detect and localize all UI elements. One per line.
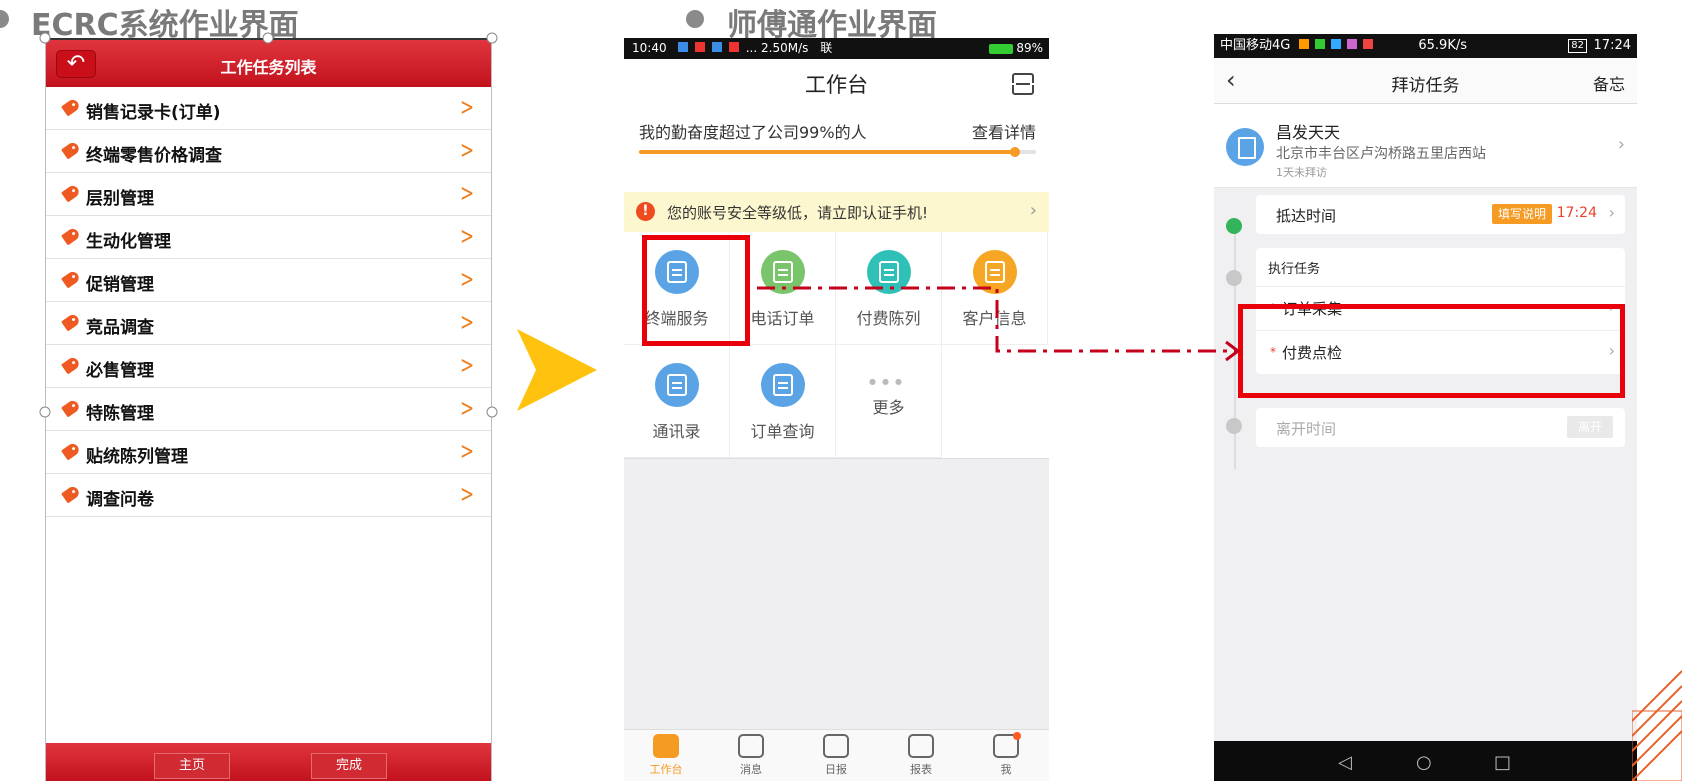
grid-item-label: 通讯录 <box>652 422 701 441</box>
app-notif-icon <box>695 42 706 52</box>
app-notif-icon <box>678 42 689 52</box>
fill-note-button[interactable]: 填写说明 <box>1492 204 1552 224</box>
check-circle-icon <box>1226 218 1242 234</box>
scan-icon[interactable] <box>1010 73 1036 95</box>
tab-label: 我 <box>1000 763 1012 776</box>
grid-item[interactable]: ●●● 更多 <box>836 345 942 458</box>
tab-label: 日报 <box>825 763 847 776</box>
store-name: 昌发天天 <box>1276 123 1341 142</box>
battery-icon <box>989 44 1013 54</box>
battery-level: 89% <box>1016 41 1043 55</box>
view-details-link[interactable]: 查看详情 <box>972 119 1036 143</box>
report-doc-icon <box>823 734 849 758</box>
arrive-time-card[interactable]: 抵达时间 填写说明 17:24 › <box>1256 195 1625 234</box>
sft-screen: 10:40 ... 2.50M/s 联 89% 工作台 我的勤奋度超过了公司99… <box>624 38 1049 781</box>
arrive-time-value: 17:24 <box>1556 205 1597 221</box>
status-time: 10:40 <box>632 41 667 55</box>
grid-item-label: 订单查询 <box>750 422 815 441</box>
warning-icon: ! <box>636 202 655 221</box>
app-notif-icon <box>712 42 723 52</box>
highlight-box-tasks <box>1238 304 1625 398</box>
security-alert-banner[interactable]: ! 您的账号安全等级低，请立即认证手机! › <box>624 192 1049 232</box>
tab-item[interactable]: 报表 <box>891 734 951 777</box>
document-icon <box>760 363 805 407</box>
nav-recent-icon[interactable]: □ <box>1494 752 1511 773</box>
grid-item-label: 客户信息 <box>962 309 1027 328</box>
diligence-row: 我的勤奋度超过了公司99%的人 查看详情 <box>624 123 1049 193</box>
app-notif-icon <box>1330 39 1341 49</box>
tab-item[interactable]: 我 <box>976 732 1036 777</box>
memo-button[interactable]: 备忘 <box>1593 71 1625 95</box>
clipboard-icon <box>760 250 805 294</box>
grid-item[interactable]: 订单查询 <box>730 345 836 458</box>
chat-icon <box>738 734 764 758</box>
tab-label: 工作台 <box>649 763 683 776</box>
status-carrier: 中国移动4G <box>1220 38 1291 53</box>
tab-item[interactable]: 消息 <box>721 734 781 777</box>
grid-item[interactable]: 客户信息 <box>942 232 1048 345</box>
bullet-dot <box>686 10 704 28</box>
status-bar: 10:40 ... 2.50M/s 联 89% <box>624 38 1049 59</box>
store-address: 北京市丰台区卢沟桥路五里店西站 <box>1276 146 1486 162</box>
workbench-icon <box>653 734 679 758</box>
tab-label: 报表 <box>910 763 932 776</box>
more-dots-icon: ●●● <box>869 377 908 386</box>
tab-label: 消息 <box>740 763 762 776</box>
grid-item-label: 付费陈列 <box>856 309 921 328</box>
grid-item[interactable]: 通讯录 <box>624 345 730 458</box>
pending-dot-icon <box>1226 270 1242 286</box>
highlight-box-terminal-service <box>642 235 750 346</box>
tab-item[interactable]: 日报 <box>806 734 866 777</box>
android-nav-bar: ◁ ○ □ <box>1214 741 1637 781</box>
user-icon <box>993 732 1021 758</box>
visit-navbar: ‹ 拜访任务 备忘 <box>1214 58 1637 104</box>
arrow-right-icon <box>517 329 597 411</box>
page-title: 工作台 <box>805 73 868 97</box>
app-notif-icon <box>1298 39 1309 49</box>
nav-home-icon[interactable]: ○ <box>1416 752 1432 773</box>
grid-item-label: 更多 <box>872 398 905 417</box>
bottom-tab-bar: 工作台 消息 日报 报表 我 <box>624 729 1049 781</box>
decorative-corner-lines <box>1632 670 1682 781</box>
visit-screen: 中国移动4G 65.9K/s 82 17:24 ‹ 拜访任务 备忘 昌发天天 北… <box>1214 34 1637 781</box>
contacts-icon <box>654 363 699 407</box>
chevron-right-icon: › <box>1617 134 1625 155</box>
building-icon <box>1226 128 1264 166</box>
chart-icon <box>908 734 934 758</box>
exec-task-label: 执行任务 <box>1268 262 1321 277</box>
progress-fill <box>639 147 1021 157</box>
leave-time-card: 离开时间 离开 <box>1256 408 1625 447</box>
status-bar: 中国移动4G 65.9K/s 82 17:24 <box>1214 34 1637 58</box>
tag-icon <box>866 250 911 294</box>
app-notif-icon <box>1346 39 1357 49</box>
page-title: 拜访任务 <box>1391 76 1460 96</box>
arrive-time-label: 抵达时间 <box>1276 207 1337 225</box>
selection-handles <box>39 32 498 418</box>
chevron-right-icon: › <box>1608 203 1615 222</box>
leave-button[interactable]: 离开 <box>1567 416 1613 438</box>
app-notif-icon <box>1314 39 1325 49</box>
status-speed: ... 2.50M/s <box>745 41 809 55</box>
app-notif-icon <box>728 42 739 52</box>
store-icon <box>972 250 1017 294</box>
diligence-text: 我的勤奋度超过了公司99%的人 <box>639 123 867 142</box>
diligence-progress-bar <box>639 147 1036 157</box>
chevron-right-icon: › <box>1029 200 1037 221</box>
app-notif-icon <box>1363 39 1374 49</box>
battery-level: 82 <box>1568 39 1587 53</box>
pending-dot-icon <box>1226 418 1242 434</box>
store-visit-note: 1天未拜访 <box>1276 166 1327 179</box>
leave-time-label: 离开时间 <box>1276 420 1337 438</box>
status-speed: 65.9K/s <box>1418 38 1467 53</box>
tab-item[interactable]: 工作台 <box>636 734 696 777</box>
store-card[interactable]: 昌发天天 北京市丰台区卢沟桥路五里店西站 1天未拜访 › <box>1214 104 1637 188</box>
grid-item[interactable]: 付费陈列 <box>836 232 942 345</box>
status-carrier: 联 <box>820 41 833 55</box>
nav-back-icon[interactable]: ◁ <box>1338 752 1352 773</box>
alert-text: 您的账号安全等级低，请立即认证手机! <box>667 204 929 222</box>
status-time: 17:24 <box>1593 38 1631 53</box>
